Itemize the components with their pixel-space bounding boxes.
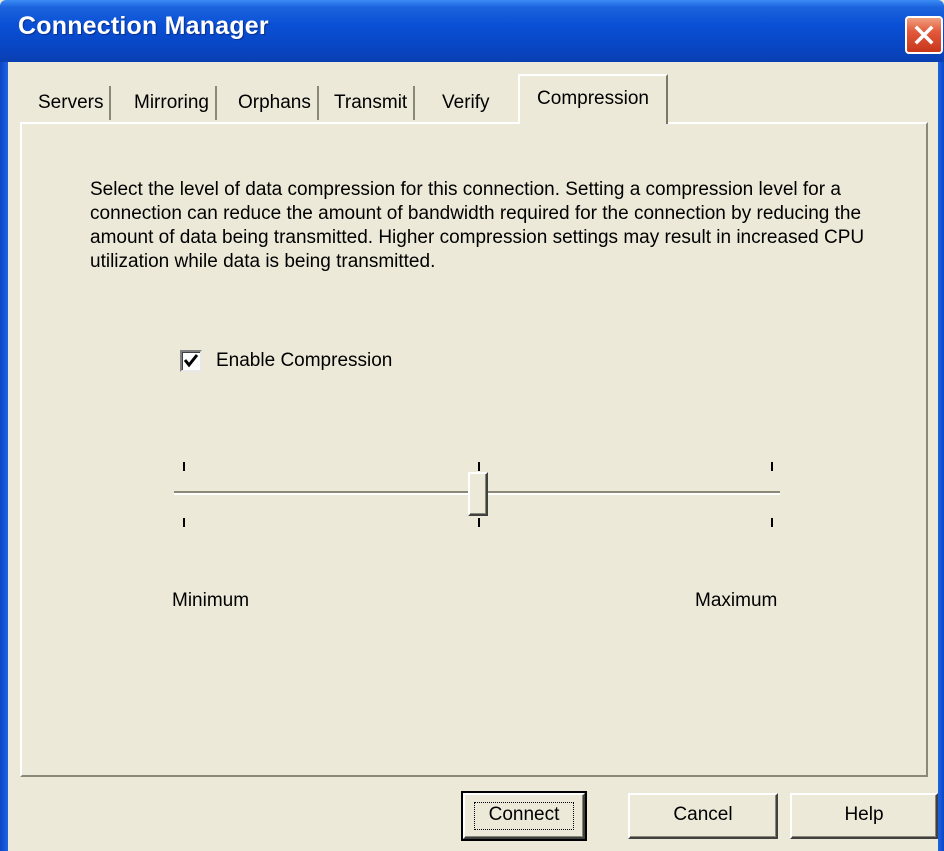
tab-transmit[interactable]: Transmit [328,86,416,120]
tab-label: Mirroring [134,92,209,113]
slider-tick-top-mid [478,462,480,471]
window-border-left [0,62,8,851]
slider-tick-bottom-max [771,518,773,527]
slider-min-label: Minimum [172,590,250,611]
tab-label: Servers [38,92,104,113]
slider-tick-bottom-mid [478,518,480,527]
checkmark-icon [183,354,199,368]
enable-compression-checkbox[interactable] [180,350,202,372]
window-border-right [938,62,944,851]
tab-label: Compression [537,88,649,109]
cancel-button[interactable]: Cancel [628,793,778,839]
slider-tick-bottom-min [183,518,185,527]
tab-mirroring[interactable]: Mirroring [128,86,217,120]
tab-label: Verify [442,92,490,113]
help-button[interactable]: Help [790,793,938,839]
tab-compression[interactable]: Compression [518,74,668,124]
close-icon [914,25,934,45]
tab-orphans[interactable]: Orphans [232,86,319,120]
window-title: Connection Manager [18,12,269,40]
connection-manager-dialog: Connection Manager Servers Mirroring Orp… [0,0,944,851]
compression-description: Select the level of data compression for… [90,179,865,272]
help-button-label: Help [844,804,884,825]
tab-servers[interactable]: Servers [32,86,112,120]
slider-tick-top-max [771,462,773,471]
tab-label: Orphans [238,92,311,113]
tab-label: Transmit [334,92,408,113]
enable-compression-label: Enable Compression [216,350,393,371]
cancel-button-label: Cancel [673,804,733,825]
compression-slider-thumb[interactable] [468,472,488,516]
slider-max-label: Maximum [695,590,778,611]
slider-tick-top-min [183,462,185,471]
connect-button-label: Connect [488,804,560,825]
title-bar[interactable]: Connection Manager [0,0,944,62]
connect-button[interactable]: Connect [461,791,587,841]
close-button[interactable] [905,16,943,54]
tab-verify[interactable]: Verify [436,86,496,120]
